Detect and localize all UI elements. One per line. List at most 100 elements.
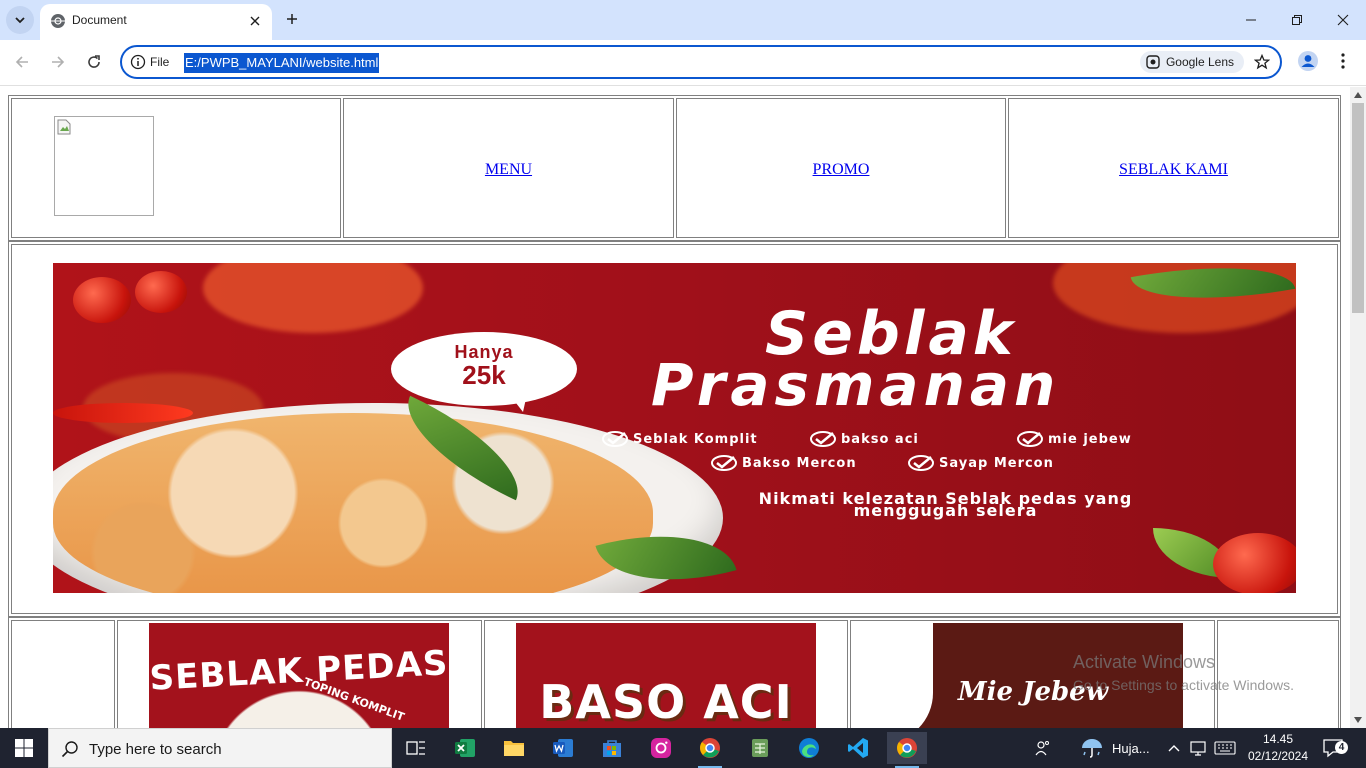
chili-shape xyxy=(53,403,193,423)
scrollbar-thumb[interactable] xyxy=(1352,103,1364,313)
page-viewport: MENU PROMO SEBLAK KAMI Hanya 25k Seblak xyxy=(0,87,1350,728)
chrome-profile-app-button[interactable] xyxy=(690,732,730,768)
scroll-up-arrow[interactable] xyxy=(1353,90,1363,100)
edge-icon xyxy=(799,738,819,758)
check-badge-icon xyxy=(602,431,628,447)
task-view-button[interactable] xyxy=(396,732,436,764)
vscode-app-button[interactable] xyxy=(838,732,878,764)
start-button[interactable] xyxy=(0,728,48,768)
triangle-up-icon xyxy=(1354,92,1362,98)
profile-button[interactable] xyxy=(1296,49,1320,73)
card-title: SEBLAK PEDAS xyxy=(149,643,449,699)
nav-cell-seblak-kami: SEBLAK KAMI xyxy=(1008,98,1339,238)
url-text[interactable]: E:/PWPB_MAYLANI/website.html xyxy=(184,53,380,73)
arrow-right-icon xyxy=(52,56,65,68)
instagram-app-button[interactable] xyxy=(641,732,681,764)
bubble-tail xyxy=(509,394,527,412)
windows-logo-icon xyxy=(15,739,33,757)
info-icon[interactable] xyxy=(130,54,146,70)
browser-tab[interactable]: Document xyxy=(40,4,272,40)
flame-shape xyxy=(203,263,423,333)
price-text: 25k xyxy=(462,360,506,390)
google-lens-button[interactable]: Google Lens xyxy=(1139,51,1244,73)
weather-widget[interactable]: Huja... xyxy=(1080,728,1150,768)
banner-title-line2: Prasmanan xyxy=(651,351,1061,419)
minimize-button[interactable] xyxy=(1228,0,1274,40)
check-badge-icon xyxy=(908,455,934,471)
scroll-down-arrow[interactable] xyxy=(1353,715,1363,725)
feature-item: Seblak Komplit xyxy=(601,431,758,447)
banner-tagline: Nikmati kelezatan Seblak pedas yang meng… xyxy=(653,491,1238,519)
restore-button[interactable] xyxy=(1274,0,1320,40)
nav-link-promo[interactable]: PROMO xyxy=(677,161,1005,179)
excel-icon xyxy=(455,739,475,757)
store-app-button[interactable] xyxy=(592,732,632,764)
chrome-app-button[interactable] xyxy=(887,732,927,768)
minimize-icon xyxy=(1246,19,1256,21)
nav-cell-promo: PROMO xyxy=(676,98,1006,238)
taskbar-search-placeholder: Type here to search xyxy=(89,741,222,758)
network-button[interactable] xyxy=(1189,728,1207,768)
spreadsheet-icon xyxy=(752,739,768,757)
people-icon xyxy=(1035,741,1049,756)
excel-app-button[interactable] xyxy=(445,732,485,764)
browser-menu-button[interactable] xyxy=(1334,49,1352,73)
check-badge-icon xyxy=(1017,431,1043,447)
store-icon xyxy=(603,740,621,757)
notification-center-button[interactable]: 4 xyxy=(1322,728,1348,768)
tab-close-button[interactable] xyxy=(246,12,264,30)
feature-label: bakso aci xyxy=(841,431,919,447)
spacer-cell xyxy=(11,620,115,728)
nav-link-seblak-kami[interactable]: SEBLAK KAMI xyxy=(1009,161,1338,179)
people-button[interactable] xyxy=(1034,728,1052,768)
file-explorer-button[interactable] xyxy=(494,732,534,764)
nav-link-menu[interactable]: MENU xyxy=(344,161,673,179)
feature-item: bakso aci xyxy=(809,431,919,447)
lens-icon xyxy=(1146,55,1160,69)
back-button[interactable] xyxy=(8,48,36,76)
taskbar-clock[interactable]: 14.45 02/12/2024 xyxy=(1238,731,1318,765)
network-icon xyxy=(1190,741,1206,756)
taskbar-search-box[interactable]: Type here to search xyxy=(48,728,392,768)
word-app-button[interactable] xyxy=(543,732,583,764)
globe-icon xyxy=(51,14,65,28)
sheets-app-button[interactable] xyxy=(740,732,780,764)
reload-button[interactable] xyxy=(80,48,108,76)
header-table: MENU PROMO SEBLAK KAMI xyxy=(8,95,1341,241)
restore-icon xyxy=(1292,15,1302,25)
price-bubble: Hanya 25k xyxy=(391,332,577,412)
keyboard-icon xyxy=(1214,741,1236,755)
tab-search-button[interactable] xyxy=(6,6,34,34)
vertical-scrollbar[interactable] xyxy=(1350,87,1366,728)
star-icon xyxy=(1254,54,1270,70)
new-tab-button[interactable] xyxy=(281,8,303,30)
word-icon xyxy=(553,739,573,757)
logo-image xyxy=(54,116,154,216)
watermark-line2: Go to Settings to activate Windows. xyxy=(1073,677,1294,693)
avatar-icon xyxy=(1298,51,1318,71)
vscode-icon xyxy=(848,738,868,758)
show-hidden-icons-button[interactable] xyxy=(1168,728,1180,768)
bookmark-button[interactable] xyxy=(1252,52,1272,72)
check-badge-icon xyxy=(711,455,737,471)
product-card-seblak-pedas[interactable]: SEBLAK PEDAS TOPING KOMPLIT xyxy=(149,623,449,728)
instagram-icon xyxy=(651,738,671,758)
arrow-left-icon xyxy=(15,56,28,68)
feature-item: Bakso Mercon xyxy=(710,455,857,471)
close-icon xyxy=(250,16,260,26)
nav-cell-menu: MENU xyxy=(343,98,674,238)
plus-icon xyxy=(287,14,297,24)
check-badge-icon xyxy=(810,431,836,447)
feature-label: Sayap Mercon xyxy=(939,455,1054,471)
address-bar[interactable]: File E:/PWPB_MAYLANI/website.html Google… xyxy=(120,45,1282,79)
product-card-baso-aci[interactable]: BASO ACI xyxy=(516,623,816,728)
edge-app-button[interactable] xyxy=(789,732,829,764)
clock-date: 02/12/2024 xyxy=(1247,749,1309,763)
tab-strip: Document xyxy=(0,0,1366,40)
close-window-button[interactable] xyxy=(1320,0,1366,40)
triangle-down-icon xyxy=(1354,717,1362,723)
keyboard-button[interactable] xyxy=(1214,728,1236,768)
google-lens-label: Google Lens xyxy=(1165,55,1234,69)
chevron-up-icon xyxy=(1168,745,1180,752)
forward-button[interactable] xyxy=(44,48,72,76)
